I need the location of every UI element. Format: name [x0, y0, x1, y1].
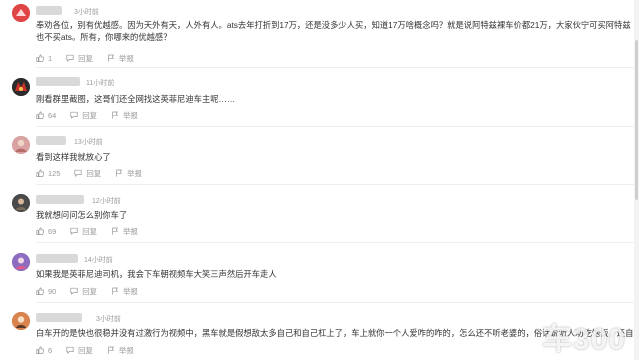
scrollbar[interactable]: [634, 0, 639, 360]
comment-text: 我就想问问怎么别你车了: [36, 210, 128, 220]
avatar[interactable]: [12, 78, 30, 96]
thumbs-up-icon: [36, 54, 44, 62]
like-count: 64: [48, 110, 57, 120]
reply-button[interactable]: 回复: [70, 286, 97, 297]
avatar[interactable]: [12, 253, 30, 271]
report-button[interactable]: 举报: [111, 110, 138, 121]
comment-text: 刚看群里截图，这哥们还全网找这英菲尼迪车主呢……: [36, 94, 236, 104]
like-button[interactable]: 90: [36, 287, 56, 296]
username-redacted[interactable]: [36, 313, 82, 322]
thumbs-up-icon: [36, 169, 44, 177]
comment-actions: 1 回复 举报: [36, 53, 148, 63]
chat-bubble-icon: [70, 227, 78, 235]
thumbs-up-icon: [36, 287, 44, 295]
report-label: 举报: [118, 53, 134, 63]
flag-icon: [112, 227, 119, 235]
separator: [36, 126, 634, 127]
comment-actions: 125 回复 举报: [36, 168, 156, 178]
like-button[interactable]: 125: [36, 169, 60, 178]
like-count: 1: [48, 53, 53, 63]
scrollbar-thumb[interactable]: [635, 40, 638, 200]
reply-button[interactable]: 回复: [70, 226, 97, 237]
chat-bubble-icon: [70, 111, 78, 119]
like-button[interactable]: 64: [36, 111, 56, 120]
reply-button[interactable]: 回复: [74, 168, 101, 179]
comment-actions: 90 回复 举报: [36, 286, 152, 296]
chat-bubble-icon: [74, 169, 82, 177]
report-label: 举报: [127, 168, 142, 178]
reply-label: 回复: [82, 226, 98, 236]
report-label: 举报: [123, 226, 138, 236]
watermark: 车300: [541, 323, 626, 356]
comment-actions: 69 回复 举报: [36, 226, 152, 236]
like-count: 90: [48, 286, 57, 296]
thumbs-up-icon: [36, 346, 44, 354]
separator: [36, 184, 634, 185]
chat-bubble-icon: [66, 54, 74, 62]
username-redacted[interactable]: [36, 6, 62, 15]
reply-button[interactable]: 回复: [66, 53, 93, 64]
avatar[interactable]: [12, 4, 30, 22]
comment-time: 11小时前: [86, 80, 115, 87]
username-redacted[interactable]: [36, 254, 78, 263]
comment-text: 看到这样我就放心了: [36, 152, 111, 162]
reply-label: 回复: [82, 110, 98, 120]
flag-icon: [116, 169, 123, 177]
thumbs-up-icon: [36, 227, 44, 235]
comment-time: 3小时前: [96, 316, 121, 323]
reply-label: 回复: [86, 168, 102, 178]
comment-text: 如果我是英菲尼迪司机，我会下车朝视频车大笑三声然后开车走人: [36, 269, 277, 279]
reply-label: 回复: [78, 53, 93, 63]
like-count: 6: [48, 345, 53, 355]
report-button[interactable]: 举报: [107, 345, 134, 356]
flag-icon: [112, 287, 119, 295]
like-button[interactable]: 6: [36, 346, 52, 355]
report-button[interactable]: 举报: [111, 226, 138, 237]
chat-bubble-icon: [66, 346, 74, 354]
comment-time: 13小时前: [74, 139, 103, 146]
username-redacted[interactable]: [36, 136, 66, 145]
reply-button[interactable]: 回复: [66, 345, 93, 356]
separator: [36, 67, 634, 68]
like-button[interactable]: 69: [36, 227, 56, 236]
comment-time: 12小时前: [92, 198, 121, 205]
reply-label: 回复: [78, 345, 93, 355]
separator: [36, 302, 634, 303]
like-button[interactable]: 1: [36, 54, 52, 63]
like-count: 69: [48, 226, 57, 236]
comment-time: 14小时前: [84, 257, 113, 264]
separator: [36, 242, 634, 243]
report-button[interactable]: 举报: [107, 53, 134, 64]
flag-icon: [108, 54, 114, 62]
username-redacted[interactable]: [36, 195, 84, 204]
comment-text: 奉劝各位，别有优越感。因为天外有天，人外有人。ats去年打折到17万，还是没多少…: [36, 20, 631, 42]
thumbs-up-icon: [36, 111, 44, 119]
report-button[interactable]: 举报: [111, 286, 138, 297]
flag-icon: [112, 111, 119, 119]
reply-label: 回复: [82, 286, 98, 296]
avatar[interactable]: [12, 136, 30, 154]
comment-actions: 64 回复 举报: [36, 110, 152, 120]
report-label: 举报: [123, 110, 138, 120]
username-redacted[interactable]: [36, 77, 80, 86]
comment-time: 3小时前: [74, 9, 99, 16]
report-label: 举报: [123, 286, 138, 296]
report-button[interactable]: 举报: [115, 168, 142, 179]
report-label: 举报: [118, 345, 134, 355]
avatar[interactable]: [12, 312, 30, 330]
comment-actions: 6 回复 举报: [36, 345, 148, 355]
chat-bubble-icon: [70, 287, 78, 295]
reply-button[interactable]: 回复: [70, 110, 97, 121]
like-count: 125: [48, 168, 61, 178]
flag-icon: [108, 346, 114, 354]
avatar[interactable]: [12, 194, 30, 212]
